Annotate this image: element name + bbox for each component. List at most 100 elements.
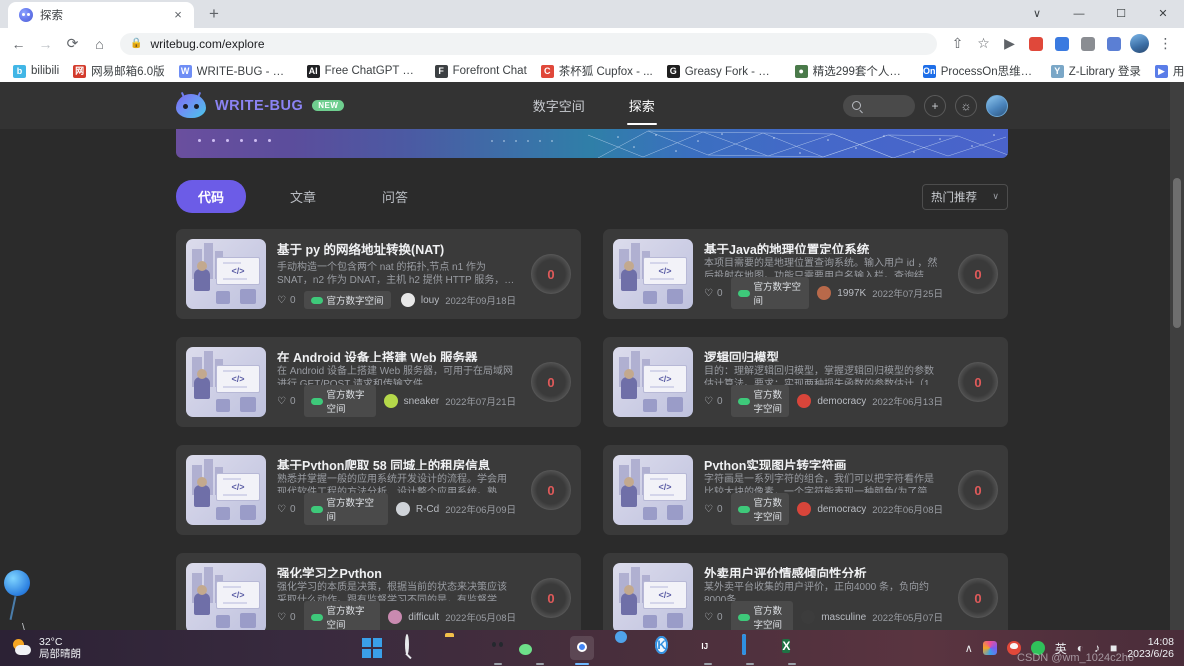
- scrollbar-thumb[interactable]: [1173, 178, 1181, 328]
- address-bar[interactable]: 🔒 writebug.com/explore: [120, 32, 937, 55]
- tray-battery-icon[interactable]: ■: [1110, 641, 1117, 655]
- tray-ime-icon[interactable]: 英: [1055, 640, 1067, 657]
- card-title[interactable]: 基于 py 的网络地址转换(NAT): [277, 239, 516, 258]
- bookmark-item[interactable]: C 茶杯狐 Cupfox - ...: [534, 61, 660, 82]
- bookmark-item[interactable]: AI Free ChatGPT Site...: [300, 61, 428, 82]
- back-icon[interactable]: ←: [6, 31, 31, 56]
- minimize-button[interactable]: —: [1058, 0, 1100, 28]
- project-card[interactable]: </> 逻辑回归模型 目的：理解逻辑回归模型，掌握逻辑回归模型的参数估计算法。要求：…: [603, 337, 1008, 427]
- avatar[interactable]: [383, 394, 398, 408]
- taskbar-kugou-icon[interactable]: K: [654, 636, 678, 660]
- home-icon[interactable]: ⌂: [87, 31, 112, 56]
- bookmark-item[interactable]: Y Z-Library 登录: [1044, 61, 1148, 82]
- extension-grey-icon[interactable]: [1075, 31, 1100, 56]
- filter-tab-2[interactable]: 问答: [360, 180, 430, 213]
- card-likes[interactable]: ♡ 0: [277, 396, 296, 407]
- card-author[interactable]: difficult: [408, 612, 439, 623]
- chrome-menu-icon[interactable]: ⋮: [1153, 31, 1178, 56]
- search-input[interactable]: [843, 94, 915, 117]
- card-likes[interactable]: ♡ 0: [277, 504, 296, 515]
- taskbar-start-windows-icon[interactable]: [360, 636, 384, 660]
- project-card[interactable]: </> 基于Java的地理位置定位系统 本项目需要的是地理位置查询系统。输入用户 i…: [603, 229, 1008, 319]
- card-title[interactable]: 强化学习之Python: [277, 563, 516, 578]
- card-likes[interactable]: ♡ 0: [704, 612, 723, 623]
- taskbar-file-explorer-icon[interactable]: [444, 636, 468, 660]
- taskbar-intellij-idea-icon[interactable]: [696, 636, 720, 665]
- card-title[interactable]: 基于Python爬取 58 同城上的租房信息: [277, 455, 516, 470]
- avatar[interactable]: [986, 94, 1008, 117]
- avatar[interactable]: [801, 610, 816, 624]
- card-author[interactable]: democracy: [817, 396, 866, 407]
- card-likes[interactable]: ♡ 0: [704, 288, 723, 299]
- tray-qq-icon[interactable]: [1006, 641, 1021, 655]
- nav-item-1[interactable]: 探索: [626, 82, 657, 129]
- project-card[interactable]: </> 基于Python爬取 58 同城上的租房信息 熟悉并掌握一般的应用系统开发设…: [176, 445, 581, 535]
- browser-tab-explore[interactable]: 探索 ×: [8, 2, 194, 28]
- sort-dropdown[interactable]: 热门推荐 ∨: [922, 183, 1008, 210]
- project-card[interactable]: </> 外卖用户评价情感倾向性分析 某外卖平台收集的用户评价，正向4000 条，负向…: [603, 553, 1008, 630]
- taskbar-weather-widget[interactable]: 32°C 局部晴朗: [0, 636, 200, 660]
- avatar[interactable]: [797, 394, 812, 408]
- avatar[interactable]: [797, 502, 812, 516]
- avatar[interactable]: [817, 286, 832, 300]
- card-author[interactable]: louy: [421, 295, 439, 306]
- tray-chevron-up-icon[interactable]: ∧: [965, 642, 973, 655]
- extension-red-icon[interactable]: [1023, 31, 1048, 56]
- project-card[interactable]: </> 强化学习之Python 强化学习的本质是决策，根据当前的状态来决策应该采取什…: [176, 553, 581, 630]
- share-icon[interactable]: ⇧: [945, 31, 970, 56]
- taskbar-google-chrome-icon[interactable]: [570, 636, 595, 665]
- card-likes[interactable]: ♡ 0: [277, 612, 296, 623]
- taskbar-qq-icon[interactable]: [486, 636, 510, 665]
- card-likes[interactable]: ♡ 0: [704, 504, 723, 515]
- site-brand[interactable]: WRITE-BUG NEW: [176, 91, 345, 118]
- add-button[interactable]: +: [924, 94, 946, 117]
- media-play-icon[interactable]: ▶: [997, 31, 1022, 56]
- card-title[interactable]: 基于Java的地理位置定位系统: [704, 239, 943, 254]
- tray-colorful-app-icon[interactable]: [982, 641, 997, 655]
- filter-tab-0[interactable]: 代码: [176, 180, 247, 213]
- card-title[interactable]: Python实现图片转字符画: [704, 455, 943, 470]
- window-close-button[interactable]: ✕: [1142, 0, 1184, 28]
- reload-icon[interactable]: ⟳: [60, 31, 85, 56]
- page-scrollbar[interactable]: [1170, 82, 1184, 630]
- nav-item-0[interactable]: 数字空间: [531, 82, 587, 129]
- bookmark-item[interactable]: ● 精选299套个人简...: [788, 61, 916, 82]
- bookmark-item[interactable]: b bilibili: [6, 61, 66, 82]
- tray-volume-muted-icon[interactable]: ♪: [1094, 641, 1100, 655]
- card-author[interactable]: R-Cd: [416, 504, 439, 515]
- taskbar-excel-icon[interactable]: X: [780, 636, 804, 665]
- card-title[interactable]: 逻辑回归模型: [704, 347, 943, 362]
- project-card[interactable]: </> 基于 py 的网络地址转换(NAT) 手动构造一个包含两个 nat 的拓扑,…: [176, 229, 581, 319]
- taskbar-onedrive-icon[interactable]: [612, 636, 636, 660]
- bookmark-item[interactable]: ▶ 用户中心 - 云猫转...: [1148, 61, 1184, 82]
- avatar[interactable]: [388, 610, 403, 624]
- bookmark-item[interactable]: F Forefront Chat: [428, 61, 534, 82]
- maximize-button[interactable]: ☐: [1100, 0, 1142, 28]
- bookmark-item[interactable]: W WRITE-BUG - 学生...: [172, 61, 300, 82]
- taskbar-phone-link-icon[interactable]: [738, 634, 762, 665]
- card-author[interactable]: democracy: [817, 504, 866, 515]
- card-likes[interactable]: ♡ 0: [277, 295, 296, 306]
- card-title[interactable]: 在 Android 设备上搭建 Web 服务器: [277, 347, 516, 362]
- tray-wifi-icon[interactable]: ◐: [1077, 641, 1084, 655]
- card-author[interactable]: masculine: [821, 612, 866, 623]
- taskbar-search-icon[interactable]: [402, 634, 426, 660]
- profile-avatar[interactable]: [1130, 34, 1149, 53]
- card-title[interactable]: 外卖用户评价情感倾向性分析: [704, 563, 943, 578]
- bookmark-item[interactable]: G Greasy Fork - 安全...: [660, 61, 788, 82]
- filter-tab-1[interactable]: 文章: [268, 180, 338, 213]
- bookmark-item[interactable]: On ProcessOn思维导...: [916, 61, 1044, 82]
- avatar[interactable]: [395, 502, 410, 516]
- avatar[interactable]: [400, 293, 415, 307]
- extension-blue-icon[interactable]: [1049, 31, 1074, 56]
- project-card[interactable]: </> Python实现图片转字符画 字符画是一系列字符的组合，我们可以把字符看作是…: [603, 445, 1008, 535]
- taskbar-clock[interactable]: 14:08 2023/6/26: [1127, 636, 1174, 660]
- bookmark-item[interactable]: 网网易邮箱6.0版: [66, 61, 172, 82]
- taskbar-wechat-icon[interactable]: [528, 636, 552, 665]
- promo-banner[interactable]: [176, 129, 1008, 158]
- card-likes[interactable]: ♡ 0: [704, 396, 723, 407]
- notifications-bell-icon[interactable]: ☼: [955, 94, 977, 117]
- card-author[interactable]: sneaker: [404, 396, 440, 407]
- bookmark-star-icon[interactable]: ☆: [971, 31, 996, 56]
- extensions-puzzle-icon[interactable]: [1101, 31, 1126, 56]
